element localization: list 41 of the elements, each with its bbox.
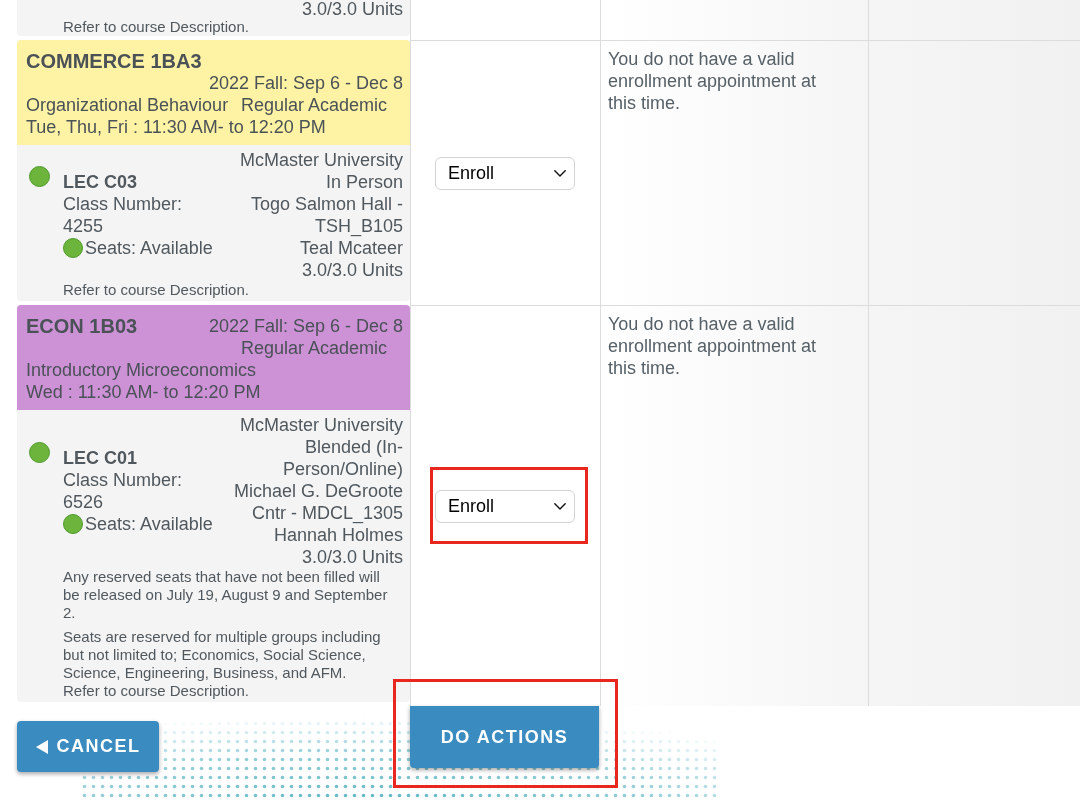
- class-number: Class Number: 4255: [63, 193, 184, 237]
- room-location: Togo Salmon Hall - TSH_B105: [249, 193, 403, 237]
- instructor-name: Hannah Holmes: [272, 524, 403, 546]
- term-dates: 2022 Fall: Sep 6 - Dec 8: [208, 315, 403, 337]
- note-text: Any reserved seats that have not been filled will be released on July 19, August 9 and September 2.: [63, 568, 389, 622]
- instructor-name: Teal Mcateer: [298, 237, 403, 259]
- seats-status: Seats: Available: [85, 513, 213, 535]
- section-code: LEC C03: [63, 171, 139, 193]
- meeting-schedule: Tue, Thu, Fri : 11:30 AM- to 12:20 PM: [26, 116, 327, 138]
- seats-status: Seats: Available: [85, 237, 213, 259]
- status-message: You do not have a valid enrollment appointment at this time.: [608, 48, 818, 114]
- campus-name: McMaster University: [238, 149, 403, 171]
- left-triangle-icon: [35, 739, 48, 754]
- description-note: Refer to course Description.: [62, 682, 250, 701]
- course-title: Introductory Microeconomics: [26, 359, 257, 381]
- action-dropdown[interactable]: Enroll: [435, 156, 575, 190]
- units-text: 3.0/3.0 Units: [300, 259, 403, 281]
- course-title: Organizational Behaviour: [26, 94, 229, 116]
- status-message: You do not have a valid enrollment appointment at this time.: [608, 313, 818, 379]
- section-code: LEC C01: [63, 447, 139, 469]
- action-dropdown[interactable]: Enroll: [435, 489, 575, 523]
- chevron-down-icon: [554, 502, 566, 510]
- course-code: ECON 1B03: [26, 315, 138, 337]
- chevron-down-icon: [554, 169, 566, 177]
- description-note: Refer to course Description.: [62, 281, 250, 300]
- term-dates: 2022 Fall: Sep 6 - Dec 8: [208, 72, 403, 94]
- delivery-mode: Blended (In-Person/Online): [281, 436, 403, 480]
- room-location: Michael G. DeGroote Cntr - MDCL_1305: [232, 480, 403, 524]
- delivery-mode: In Person: [324, 171, 403, 193]
- course-code: COMMERCE 1BA3: [26, 50, 202, 72]
- back-button[interactable]: CANCEL: [17, 721, 159, 772]
- campus-name: McMaster University: [238, 414, 403, 436]
- units-text: 3.0/3.0 Units: [300, 546, 403, 568]
- note-text: Seats are reserved for multiple groups including but not limited to; Economics, Social Science, Science, Engineering, Business, and AFM.: [63, 628, 382, 682]
- description-note: Refer to course Description.: [62, 18, 250, 36]
- session-type: Regular Academic: [240, 337, 387, 359]
- submit-button[interactable]: DO ACTIONS: [410, 706, 599, 768]
- meeting-schedule: Wed : 11:30 AM- to 12:20 PM: [26, 381, 262, 403]
- units-text: 3.0/3.0 Units: [300, 0, 403, 18]
- session-type: Regular Academic: [240, 94, 387, 116]
- class-number: Class Number: 6526: [63, 469, 184, 513]
